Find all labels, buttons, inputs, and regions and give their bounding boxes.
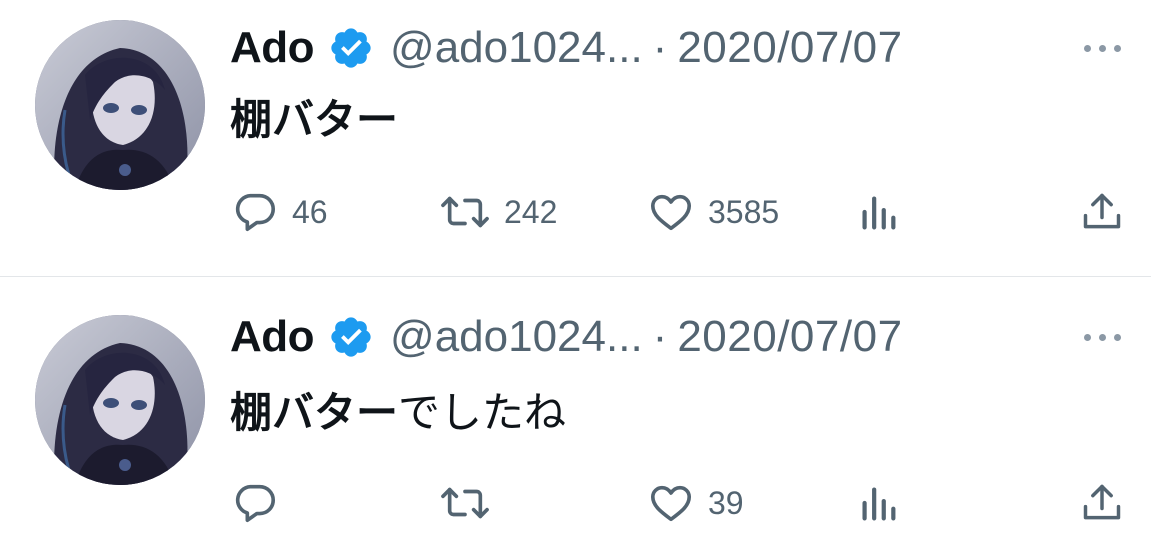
verified-badge-icon (328, 314, 374, 360)
retweet-icon (441, 487, 489, 519)
tweet-text-rest: でしたね (398, 388, 567, 437)
views-icon (862, 196, 896, 230)
share-button[interactable] (1080, 182, 1124, 242)
avatar[interactable] (35, 315, 205, 485)
display-name[interactable]: Ado (230, 23, 315, 73)
tweet[interactable]: Ado @ado1024... · 2020/07/07 棚バターでしたね 39 (0, 277, 1151, 545)
tweet-actions: 46 242 3585 (0, 182, 1151, 242)
tweet[interactable]: Ado @ado1024... · 2020/07/07 棚バター 46 242… (0, 0, 1151, 276)
more-icon[interactable] (1084, 325, 1130, 349)
separator-dot: · (652, 23, 668, 72)
reply-icon (235, 193, 276, 232)
views-button[interactable] (858, 182, 898, 242)
retweet-button[interactable] (440, 473, 504, 533)
avatar[interactable] (35, 20, 205, 190)
like-icon (650, 194, 692, 231)
more-icon[interactable] (1084, 36, 1130, 60)
tweet-text: 棚バター (230, 92, 398, 148)
reply-count: 46 (292, 193, 328, 230)
avatar-illustration (35, 315, 205, 485)
reply-button[interactable]: 46 (232, 182, 328, 242)
like-count: 39 (708, 484, 744, 521)
views-icon (862, 487, 896, 521)
separator-dot: · (652, 312, 668, 361)
tweet-text: 棚バターでしたね (230, 385, 566, 441)
handle[interactable]: @ado1024... (390, 312, 643, 362)
tweet-actions: 39 (0, 473, 1151, 533)
retweet-button[interactable]: 242 (440, 182, 557, 242)
timestamp[interactable]: 2020/07/07 (677, 312, 902, 362)
display-name[interactable]: Ado (230, 312, 315, 362)
like-button[interactable]: 39 (648, 473, 744, 533)
retweet-count: 242 (504, 193, 558, 230)
retweet-icon (441, 196, 489, 228)
verified-badge-icon (328, 25, 374, 71)
tweet-text-bold: 棚バター (230, 388, 399, 437)
avatar-illustration (35, 20, 205, 190)
like-icon (650, 485, 692, 522)
share-icon (1083, 193, 1121, 229)
like-count: 3585 (708, 193, 780, 230)
tweet-text-bold: 棚バター (230, 95, 399, 144)
reply-button[interactable] (232, 473, 292, 533)
timestamp[interactable]: 2020/07/07 (677, 23, 902, 73)
handle[interactable]: @ado1024... (390, 23, 643, 73)
like-button[interactable]: 3585 (648, 182, 779, 242)
tweet-header: Ado @ado1024... · 2020/07/07 (230, 307, 903, 367)
share-icon (1083, 484, 1121, 520)
tweet-header: Ado @ado1024... · 2020/07/07 (230, 18, 903, 78)
share-button[interactable] (1080, 473, 1124, 533)
reply-icon (235, 484, 276, 523)
views-button[interactable] (858, 473, 898, 533)
